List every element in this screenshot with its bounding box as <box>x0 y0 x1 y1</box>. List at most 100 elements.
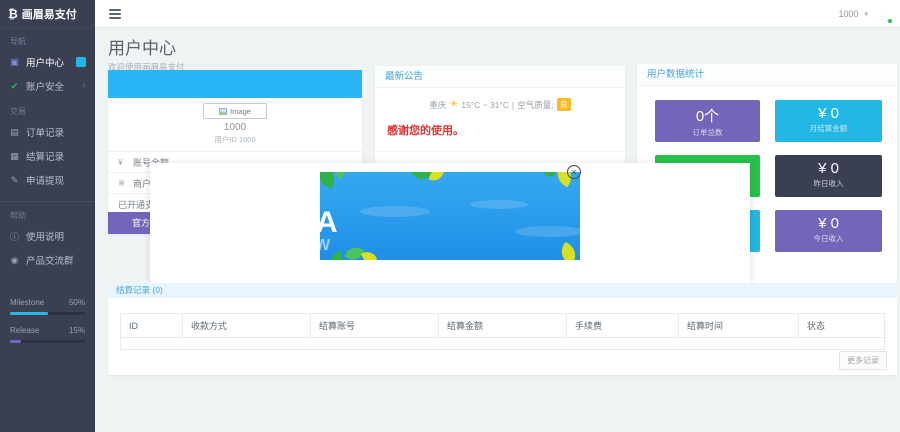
caret-down-icon: ▾ <box>864 10 868 18</box>
leaf-shape <box>329 251 344 260</box>
sidebar-section-help: 帮助 <box>0 202 95 224</box>
stat-value: ¥ 0 <box>775 160 882 177</box>
table-empty-row <box>121 338 885 350</box>
stat-label: 订单总数 <box>655 127 760 138</box>
profile-user-id: 用户ID:1000 <box>108 134 362 145</box>
stat-tile-today-income: ¥ 0 今日收入 <box>775 210 882 252</box>
weather-city: 重庆 <box>429 99 446 111</box>
reference-mark-icon: ※ <box>118 178 127 189</box>
partial-banner-text: W <box>320 238 330 254</box>
announcement-card-title: 最新公告 <box>375 66 625 88</box>
air-quality-badge: 良 <box>557 98 571 111</box>
stat-label: 昨日收入 <box>775 178 882 189</box>
more-records-button[interactable]: 更多记录 <box>839 351 887 370</box>
page-head: 用户中心 欢迎使用画眉易支付 <box>108 34 185 73</box>
brand-logo[interactable]: ₿ 画眉易支付 <box>0 0 95 28</box>
brand-title: 画眉易支付 <box>22 6 77 22</box>
stats-card-title: 用户数据统计 <box>637 64 897 86</box>
col-settlement-amount: 结算金额 <box>439 314 567 338</box>
app-root: ₿ 画眉易支付 导航 ▣ 用户中心 ✔ 账户安全 › 交易 ▤ 订单记录 ▦ 结… <box>0 0 900 432</box>
air-quality-label: 空气质量: <box>517 99 553 111</box>
progress-label: Release <box>10 326 39 335</box>
sun-icon: ☀ <box>449 99 458 110</box>
leaf-shape <box>557 242 580 260</box>
progress-track <box>10 340 85 343</box>
progress-release: Release 15% <box>0 326 95 343</box>
weather-temp: 15°C ~ 31°C <box>461 100 509 110</box>
group-icon: ◉ <box>9 255 20 266</box>
stat-label: 今日收入 <box>775 233 882 244</box>
cloud-shape <box>470 200 528 209</box>
progress-fill <box>10 312 48 315</box>
col-settlement-time: 结算时间 <box>679 314 799 338</box>
sidebar-item-order-records[interactable]: ▤ 订单记录 <box>0 120 95 144</box>
sidebar-section-trade: 交易 <box>0 98 95 120</box>
sidebar: ₿ 画眉易支付 导航 ▣ 用户中心 ✔ 账户安全 › 交易 ▤ 订单记录 ▦ 结… <box>0 0 95 432</box>
info-icon: ⓘ <box>9 230 20 243</box>
leaf-shape <box>429 172 444 182</box>
partial-banner-text: A <box>320 208 338 238</box>
col-id: ID <box>121 314 183 338</box>
sidebar-item-user-center[interactable]: ▣ 用户中心 <box>0 50 95 74</box>
notification-badge <box>76 57 86 67</box>
online-status-dot <box>887 18 893 24</box>
topbar: 1000 ▾ <box>95 0 900 28</box>
orders-icon: ▤ <box>9 127 20 138</box>
stat-label: 月结算金额 <box>775 123 882 134</box>
security-check-icon: ✔ <box>9 81 20 92</box>
promo-banner-image[interactable]: A W <box>320 172 580 260</box>
sidebar-item-withdraw[interactable]: ✎ 申请提现 <box>0 168 95 192</box>
sidebar-item-settlement-records[interactable]: ▦ 结算记录 <box>0 144 95 168</box>
sidebar-item-label: 产品交流群 <box>26 253 74 267</box>
broken-image-icon <box>219 108 227 115</box>
bitcoin-logo-icon: ₿ <box>8 7 18 21</box>
menu-toggle-icon[interactable] <box>109 9 121 21</box>
announcement-divider <box>375 151 625 152</box>
sidebar-item-label: 用户中心 <box>26 55 64 69</box>
progress-track <box>10 312 85 315</box>
cloud-shape <box>360 206 430 217</box>
stat-value: ¥ 0 <box>775 215 882 232</box>
announcement-message: 感谢您的使用。 <box>387 122 613 138</box>
sidebar-item-account-security[interactable]: ✔ 账户安全 › <box>0 74 95 98</box>
sidebar-item-usage-docs[interactable]: ⓘ 使用说明 <box>0 224 95 248</box>
profile-username: 1000 <box>108 122 362 133</box>
sidebar-item-label: 账户安全 <box>26 79 64 93</box>
progress-label: Milestone <box>10 298 44 307</box>
sidebar-item-label: 结算记录 <box>26 149 64 163</box>
cloud-shape <box>515 226 580 237</box>
table-header-row: ID 收款方式 结算账号 结算金额 手续费 结算时间 状态 <box>121 314 885 338</box>
announcement-modal: A W × <box>150 163 750 283</box>
progress-milestone: Milestone 50% <box>0 298 95 315</box>
leaf-shape <box>541 172 555 178</box>
col-fee: 手续费 <box>567 314 679 338</box>
username-label: 1000 <box>838 9 858 19</box>
stat-value: 0个 <box>655 105 760 126</box>
sidebar-item-product-group[interactable]: ◉ 产品交流群 <box>0 248 95 272</box>
image-alt-text: Image <box>230 107 251 116</box>
profile-banner <box>108 70 362 98</box>
settlement-icon: ▦ <box>9 151 20 162</box>
col-status: 状态 <box>799 314 885 338</box>
close-icon[interactable]: × <box>567 165 581 179</box>
page-title: 用户中心 <box>108 34 185 59</box>
progress-value: 50% <box>69 298 85 307</box>
weather-separator: | <box>512 100 514 110</box>
withdraw-pencil-icon: ✎ <box>9 175 20 186</box>
stat-value: ¥ 0 <box>775 105 882 122</box>
user-menu[interactable]: 1000 ▾ <box>838 0 892 28</box>
progress-value: 15% <box>69 326 85 335</box>
col-settlement-account: 结算账号 <box>311 314 439 338</box>
chevron-right-icon: › <box>83 81 86 91</box>
settlement-table: ID 收款方式 结算账号 结算金额 手续费 结算时间 状态 <box>120 313 885 350</box>
yen-icon: ¥ <box>118 157 127 167</box>
settlement-section-title: 结算记录 (0) <box>108 283 897 298</box>
sidebar-item-label: 申请提现 <box>26 173 64 187</box>
leaf-shape <box>333 172 349 179</box>
stat-tile-yesterday-income: ¥ 0 昨日收入 <box>775 155 882 197</box>
sidebar-item-label: 订单记录 <box>26 125 64 139</box>
stat-tile-month-settlement: ¥ 0 月结算金额 <box>775 100 882 142</box>
avatar[interactable] <box>874 5 892 23</box>
col-payment-method: 收款方式 <box>183 314 311 338</box>
user-center-icon: ▣ <box>9 57 20 68</box>
